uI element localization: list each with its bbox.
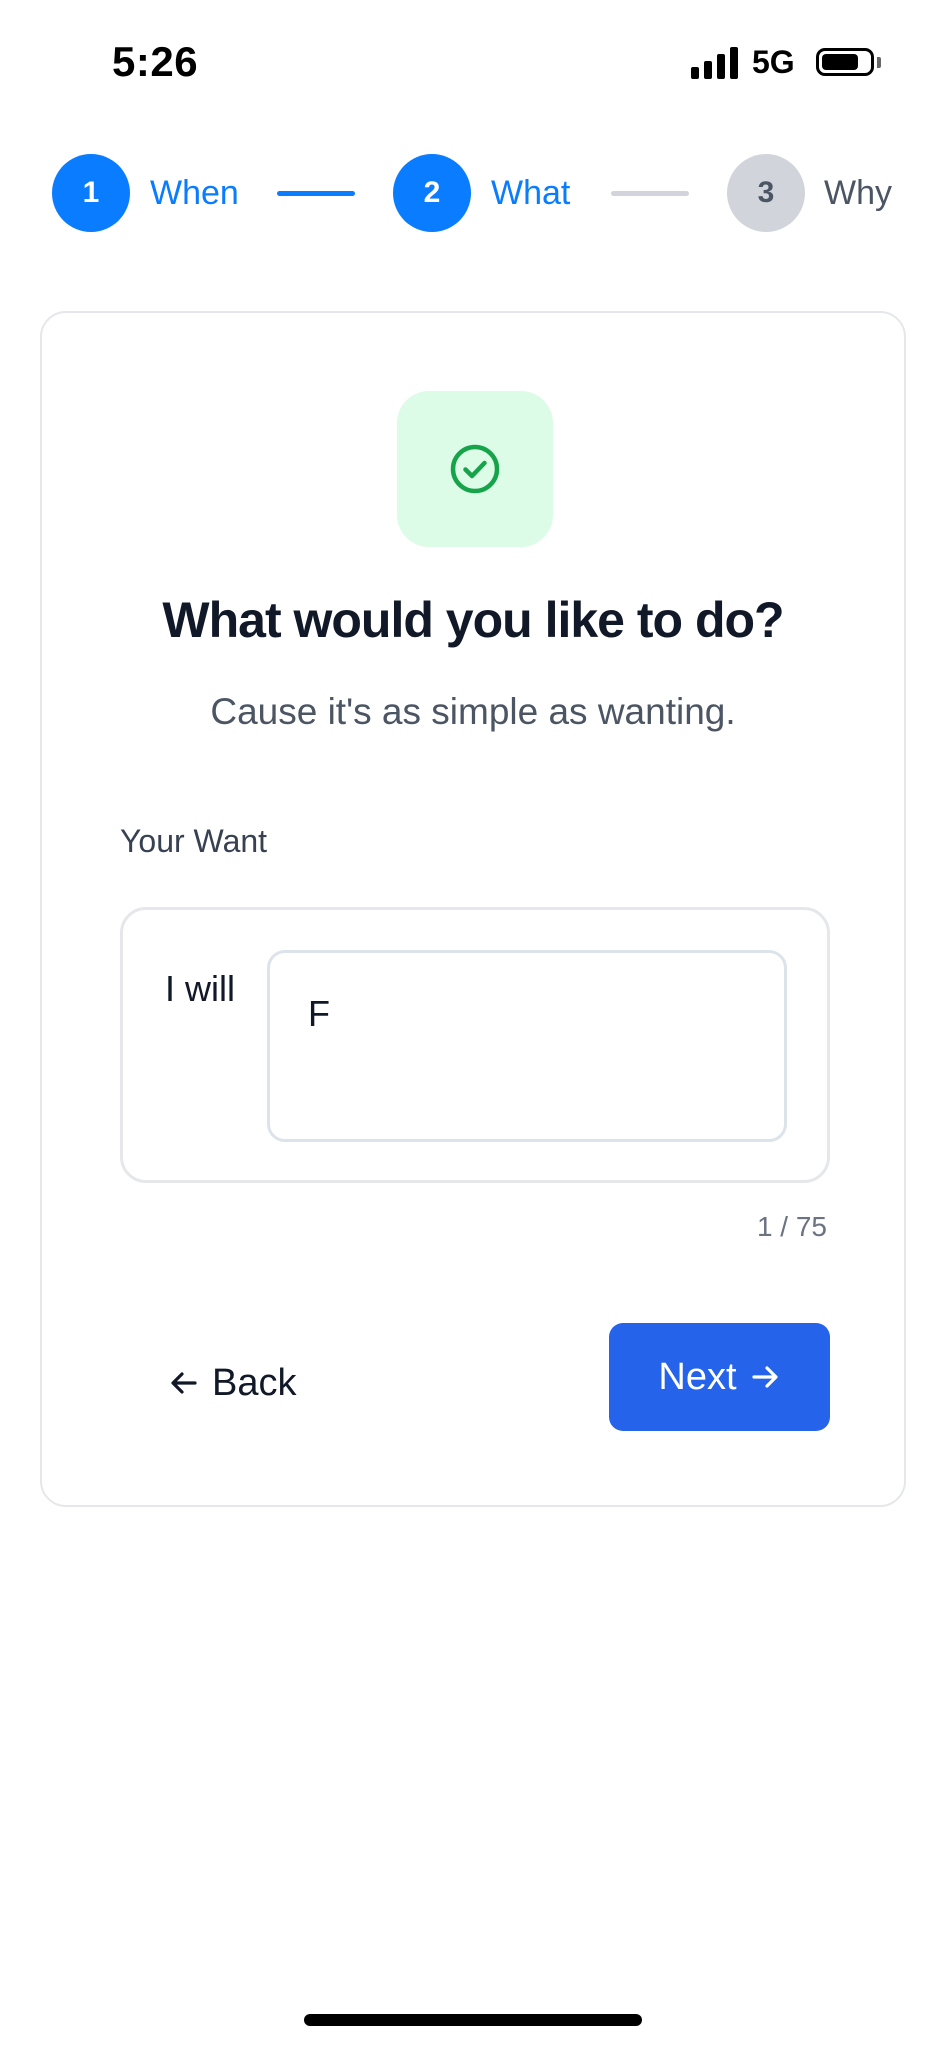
want-card: What would you like to do? Cause it's as…	[40, 311, 906, 1507]
status-bar: 5:26 5G	[0, 0, 946, 124]
step-3-label[interactable]: Why	[824, 174, 892, 213]
step-connector-2	[611, 191, 689, 196]
step-2-label[interactable]: What	[491, 174, 570, 213]
want-field-label: Your Want	[120, 823, 268, 859]
check-circle-icon	[450, 444, 500, 494]
progress-stepper: 1 When 2 What 3 Why	[0, 154, 946, 234]
page-title: What would you like to do?	[162, 592, 784, 648]
back-button[interactable]: Back	[168, 1353, 296, 1413]
network-label: 5G	[752, 44, 795, 80]
next-button-label: Next	[658, 1355, 737, 1398]
battery-icon	[816, 48, 874, 76]
signal-icon	[691, 47, 739, 79]
status-time: 5:26	[112, 38, 199, 85]
step-3-circle[interactable]: 3	[727, 154, 805, 232]
want-prefix: I will	[165, 968, 235, 1009]
want-field-container: I will F	[120, 907, 830, 1183]
icon-tile	[397, 391, 553, 547]
step-connector-1	[277, 191, 355, 196]
arrow-right-icon	[751, 1366, 778, 1388]
next-button[interactable]: Next	[609, 1323, 830, 1431]
step-1-circle[interactable]: 1	[52, 154, 130, 232]
arrow-left-icon	[171, 1372, 197, 1394]
character-counter: 1 / 75	[756, 1211, 827, 1242]
page-subtitle: Cause it's as simple as wanting.	[210, 691, 736, 732]
want-input[interactable]: F	[267, 950, 787, 1142]
battery-tip	[877, 57, 881, 68]
step-1-label[interactable]: When	[150, 174, 239, 213]
back-button-label: Back	[212, 1361, 297, 1404]
home-indicator[interactable]	[304, 2014, 642, 2026]
step-2-circle[interactable]: 2	[393, 154, 471, 232]
